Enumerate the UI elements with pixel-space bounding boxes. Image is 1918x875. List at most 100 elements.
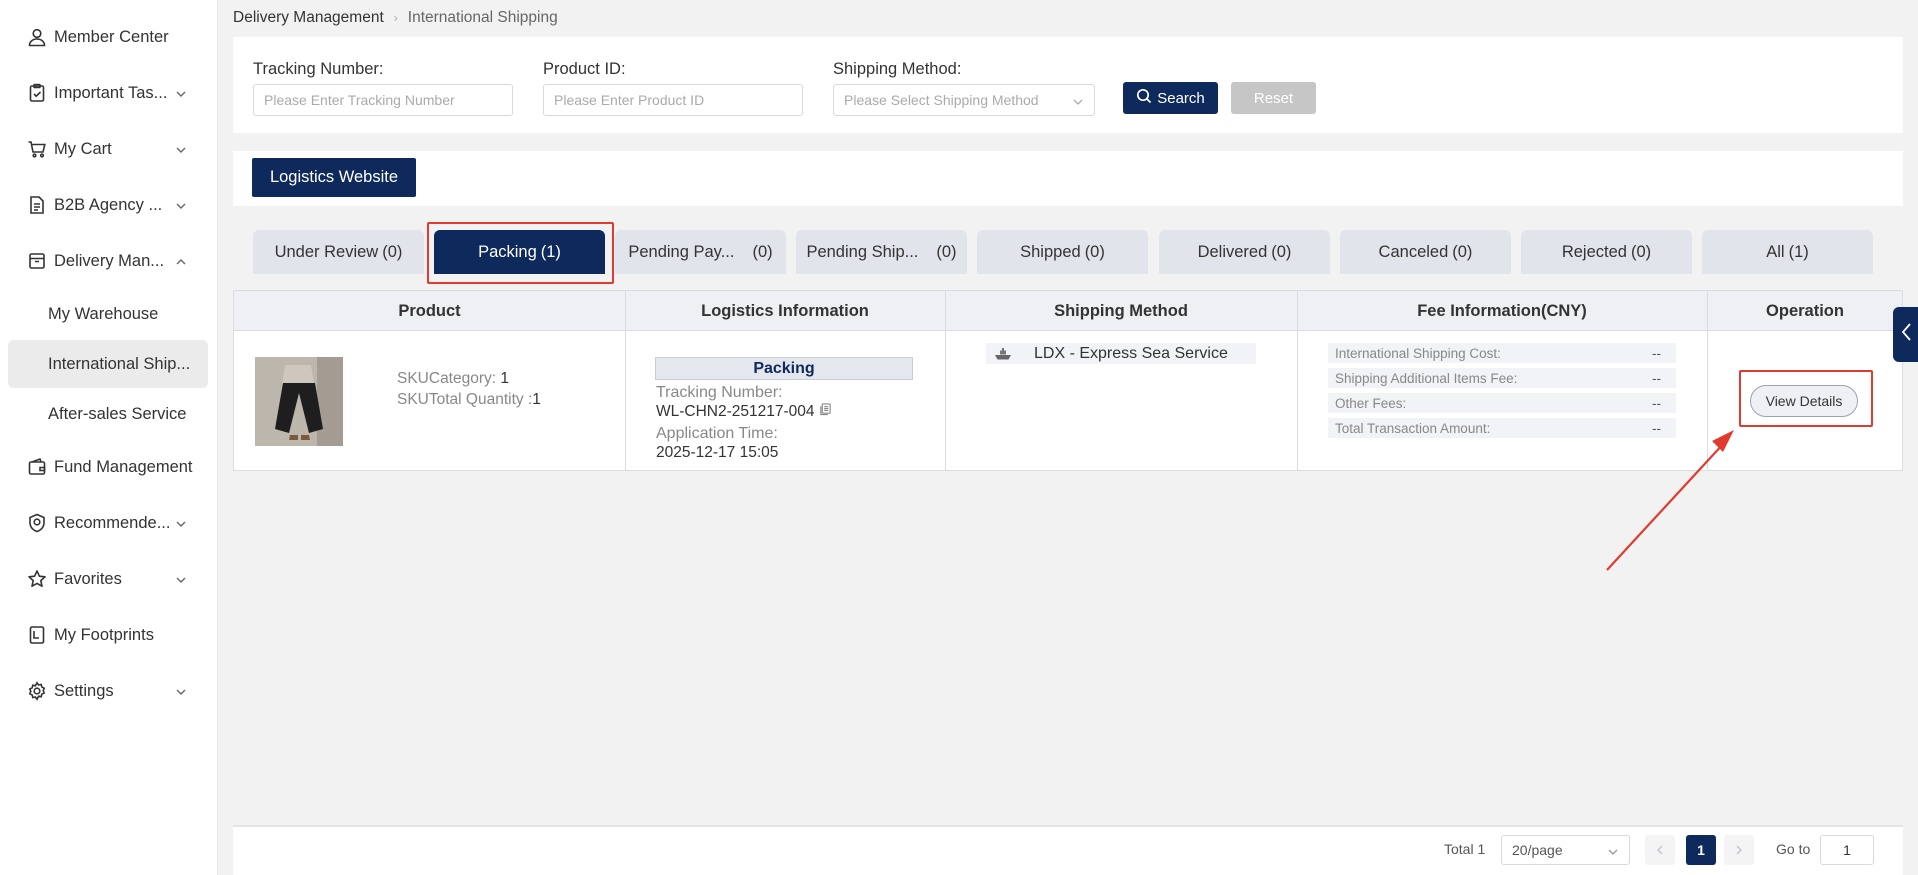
gear-icon: [27, 681, 47, 701]
badge-icon: [27, 513, 47, 533]
next-page-button[interactable]: [1724, 835, 1754, 865]
page-number-current[interactable]: 1: [1686, 835, 1716, 865]
tab-count: (0): [1271, 242, 1292, 261]
sidebar-item-my-cart[interactable]: My Cart: [8, 125, 208, 173]
column-divider: [1297, 291, 1298, 470]
product-id-label: Product ID:: [543, 60, 626, 78]
tracking-number-input[interactable]: Please Enter Tracking Number: [253, 84, 513, 116]
tracking-number-row-label: Tracking Number:: [656, 384, 783, 401]
footprint-icon: [27, 625, 47, 645]
sku-category-value: 1: [500, 370, 510, 387]
sidebar-item-fund-management[interactable]: Fund Management: [8, 443, 208, 491]
chevron-down-icon: [175, 686, 187, 698]
tracking-number-label: Tracking Number:: [253, 60, 384, 78]
wallet-icon: [27, 457, 47, 477]
view-details-button[interactable]: View Details: [1750, 385, 1858, 417]
sidebar-item-label: B2B Agency ...: [54, 195, 163, 214]
sidebar-item-label: Favorites: [54, 569, 122, 588]
sku-category: SKUCategory: 1: [397, 370, 509, 388]
tab-count: (1): [1788, 242, 1809, 261]
tab-all[interactable]: All (1): [1702, 230, 1873, 274]
tab-label: Delivered: [1197, 242, 1268, 261]
logistics-website-button[interactable]: Logistics Website: [252, 158, 416, 197]
column-divider: [945, 291, 946, 470]
tracking-number-row: WL-CHN2-251217-004: [656, 403, 832, 421]
sidebar-subitem-my-warehouse[interactable]: My Warehouse: [8, 290, 208, 338]
sidebar-item-label: Recommende...: [54, 513, 171, 532]
product-thumbnail[interactable]: [255, 357, 343, 446]
sidebar-item-my-footprints[interactable]: My Footprints: [8, 611, 208, 659]
view-details-label: View Details: [1765, 393, 1843, 409]
tab-count: (0): [1084, 242, 1105, 261]
tab-delivered[interactable]: Delivered (0): [1159, 230, 1330, 274]
reset-button-label: Reset: [1253, 89, 1294, 107]
sidebar-item-important-tasks[interactable]: Important Tas...: [8, 69, 208, 117]
sidebar-item-member-center[interactable]: Member Center: [8, 13, 208, 61]
sku-total-value: 1: [532, 391, 541, 408]
tracking-number-value: WL-CHN2-251217-004: [656, 403, 815, 420]
shipping-method-placeholder: Please Select Shipping Method: [844, 92, 1039, 108]
document-icon: [27, 195, 47, 215]
tab-label: Canceled: [1378, 242, 1449, 261]
chevron-left-icon: [1655, 842, 1665, 858]
sidebar-item-label: My Footprints: [54, 625, 154, 644]
tab-pending-shipment[interactable]: Pending Ship... (0): [796, 230, 967, 274]
search-button-label: Search: [1157, 89, 1205, 107]
tab-label: Rejected: [1561, 242, 1627, 261]
reset-button[interactable]: Reset: [1231, 82, 1316, 114]
search-button[interactable]: Search: [1123, 82, 1218, 114]
star-icon: [27, 569, 47, 589]
user-icon: [27, 27, 47, 47]
page-size-select[interactable]: 20/page: [1501, 835, 1630, 865]
tab-shipped[interactable]: Shipped (0): [977, 230, 1148, 274]
fee-value: --: [1652, 395, 1661, 411]
copy-icon[interactable]: [819, 403, 832, 421]
box-icon: [27, 251, 47, 271]
status-badge: Packing: [655, 357, 913, 380]
chevron-down-icon: [175, 574, 187, 586]
sku-category-label: SKUCategory:: [397, 370, 497, 387]
breadcrumb-parent[interactable]: Delivery Management: [233, 9, 384, 27]
column-divider: [625, 291, 626, 470]
fee-value: --: [1652, 345, 1661, 361]
tab-canceled[interactable]: Canceled (0): [1340, 230, 1511, 274]
column-header-logistics: Logistics Information: [701, 301, 869, 320]
column-header-fee: Fee Information(CNY): [1417, 301, 1587, 320]
shipping-method-select[interactable]: Please Select Shipping Method: [833, 84, 1095, 116]
sidebar-item-settings[interactable]: Settings: [8, 667, 208, 715]
sidebar-item-recommended[interactable]: Recommende...: [8, 499, 208, 547]
sidebar-subitem-label: After-sales Service: [48, 404, 187, 423]
sidebar-item-favorites[interactable]: Favorites: [8, 555, 208, 603]
fee-label: International Shipping Cost:: [1335, 345, 1501, 361]
prev-page-button[interactable]: [1645, 835, 1675, 865]
shipping-method-label: Shipping Method:: [833, 60, 962, 78]
panel-collapse-toggle[interactable]: [1893, 307, 1918, 362]
sku-total-quantity: SKUTotal Quantity :1: [397, 391, 541, 409]
chevron-down-icon: [175, 518, 187, 530]
clipboard-icon: [27, 83, 47, 103]
chevron-left-icon: [1901, 322, 1913, 347]
goto-page-input[interactable]: 1: [1820, 835, 1874, 865]
shipping-method-value: LDX - Express Sea Service: [1034, 344, 1228, 362]
chevron-down-icon: [1607, 845, 1619, 861]
tab-label: Pending Ship...: [806, 242, 919, 261]
tab-rejected[interactable]: Rejected (0): [1521, 230, 1692, 274]
tab-packing[interactable]: Packing (1): [434, 230, 605, 274]
sidebar-subitem-after-sales[interactable]: After-sales Service: [8, 390, 208, 438]
tab-label: Pending Pay...: [628, 242, 735, 261]
sidebar-subitem-international-shipping[interactable]: International Ship...: [8, 340, 208, 388]
chevron-right-icon: [1734, 842, 1744, 858]
fee-row-total-transaction: Total Transaction Amount: --: [1328, 418, 1676, 438]
sidebar-item-delivery-management[interactable]: Delivery Man...: [8, 237, 208, 285]
page-size-value: 20/page: [1512, 842, 1563, 858]
fee-value: --: [1652, 420, 1661, 436]
sidebar-item-b2b-agency[interactable]: B2B Agency ...: [8, 181, 208, 229]
product-id-input[interactable]: Please Enter Product ID: [543, 84, 803, 116]
tab-under-review[interactable]: Under Review (0): [253, 230, 424, 274]
search-icon: [1136, 88, 1152, 108]
tab-pending-payment[interactable]: Pending Pay... (0): [615, 230, 786, 274]
fee-row-other-fees: Other Fees: --: [1328, 393, 1676, 413]
fee-label: Total Transaction Amount:: [1335, 420, 1491, 436]
tab-count: (0): [752, 242, 773, 261]
tab-label: Shipped: [1020, 242, 1081, 261]
